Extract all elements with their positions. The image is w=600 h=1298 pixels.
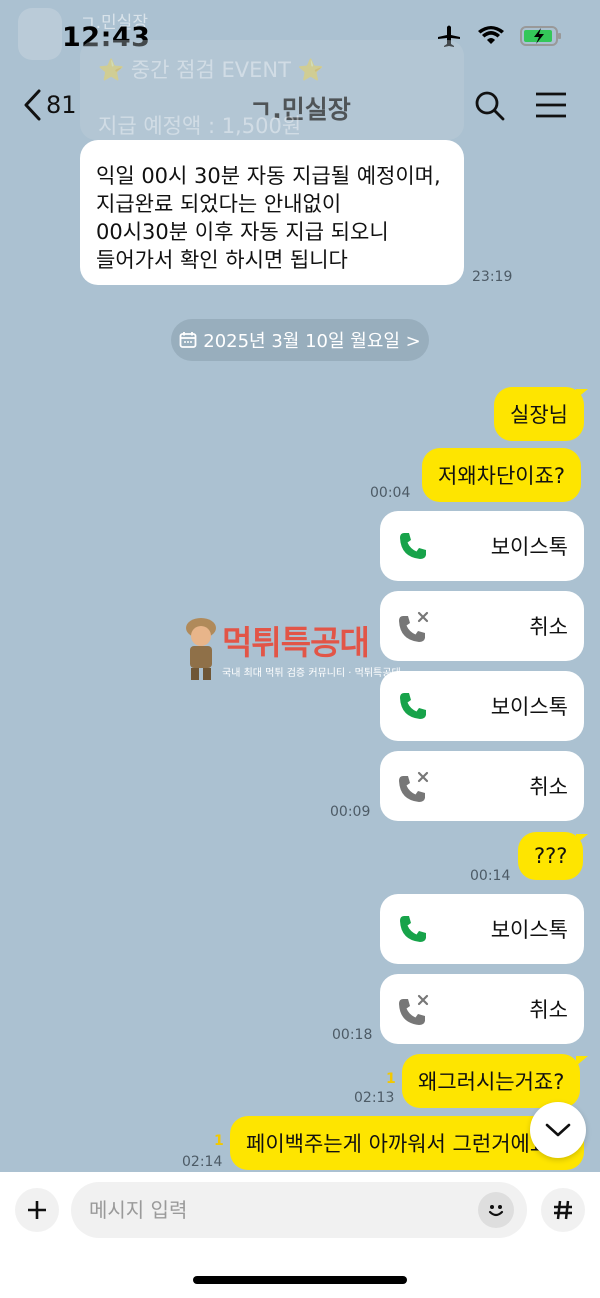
ghost-notice-line2: 지급 예정액 : 1,500원 xyxy=(98,114,302,138)
plus-icon xyxy=(28,1201,46,1219)
canceled-call-message[interactable]: 취소 xyxy=(380,751,584,821)
outgoing-message[interactable]: 저왜차단이죠? xyxy=(422,448,582,502)
bubble-tail xyxy=(576,834,588,844)
battery-charging-icon xyxy=(520,26,561,46)
outgoing-message[interactable]: 왜그러시는거죠? xyxy=(402,1054,581,1108)
incoming-message[interactable]: 익일 00시 30분 자동 지급될 예정이며, 지급완료 되었다는 안내없이 0… xyxy=(80,140,464,285)
date-divider[interactable]: 2025년 3월 10일 월요일 > xyxy=(171,319,429,361)
call-label: 취소 xyxy=(529,998,568,1022)
bubble-tail xyxy=(576,1056,588,1066)
chevron-down-icon xyxy=(545,1123,571,1137)
message-time: 00:18 xyxy=(332,1027,373,1043)
message-time: 02:13 xyxy=(354,1090,395,1106)
ghost-notice-line1: ⭐ 중간 점검 EVENT ⭐ xyxy=(98,58,324,82)
message-time: 23:19 xyxy=(472,269,513,285)
hamburger-menu-icon xyxy=(536,92,566,118)
outgoing-message[interactable]: ??? xyxy=(518,832,584,880)
phone-icon xyxy=(400,693,426,719)
watermark-title: 먹튀특공대 xyxy=(222,623,370,662)
smiley-icon xyxy=(488,1205,504,1217)
bubble-tail xyxy=(576,389,588,399)
phone-icon xyxy=(400,533,426,559)
phone-canceled-icon xyxy=(399,771,429,802)
calendar-icon xyxy=(179,332,197,348)
message-line: 들어가서 확인 하시면 됩니다 xyxy=(96,248,348,272)
watermark-subtitle: 국내 최대 먹튀 검증 커뮤니티 · 먹튀특공대 xyxy=(222,668,401,679)
emoji-button[interactable] xyxy=(478,1192,514,1228)
hashtag-search-button[interactable] xyxy=(541,1188,585,1232)
menu-button[interactable] xyxy=(534,90,568,124)
scroll-to-bottom-button[interactable] xyxy=(530,1102,586,1158)
voice-call-message[interactable]: 보이스톡 xyxy=(380,511,584,581)
phone-icon xyxy=(400,916,426,942)
ghost-avatar xyxy=(18,8,62,60)
phone-canceled-icon xyxy=(399,994,429,1025)
hashtag-icon xyxy=(554,1200,572,1220)
unread-count: 1 xyxy=(386,1071,396,1087)
message-time: 00:09 xyxy=(330,804,371,820)
call-label: 보이스톡 xyxy=(490,535,568,559)
message-line: 지급완료 되었다는 안내없이 xyxy=(96,192,342,216)
call-label: 보이스톡 xyxy=(490,695,568,719)
call-label: 취소 xyxy=(529,615,568,639)
wifi-icon xyxy=(478,26,504,44)
attach-button[interactable] xyxy=(15,1188,59,1232)
unread-count: 1 xyxy=(214,1133,224,1149)
call-label: 취소 xyxy=(529,775,568,799)
date-divider-label: 2025년 3월 10일 월요일 > xyxy=(203,331,421,352)
canceled-call-message[interactable]: 취소 xyxy=(380,974,584,1044)
search-icon xyxy=(475,91,505,121)
message-time: 00:14 xyxy=(470,868,511,884)
soldier-mascot-icon xyxy=(186,618,216,680)
watermark-logo: 먹튀특공대 국내 최대 먹튀 검증 커뮤니티 · 먹튀특공대 xyxy=(182,614,432,682)
message-time: 02:14 xyxy=(182,1154,223,1170)
message-line: 익일 00시 30분 자동 지급될 예정이며, xyxy=(96,164,441,188)
message-line: 00시30분 이후 자동 지급 되오니 xyxy=(96,220,389,244)
message-time: 00:04 xyxy=(370,485,411,501)
message-input[interactable] xyxy=(71,1182,527,1238)
voice-call-message[interactable]: 보이스톡 xyxy=(380,894,584,964)
outgoing-message[interactable]: 실장님 xyxy=(494,387,584,441)
search-button[interactable] xyxy=(474,90,506,126)
call-label: 보이스톡 xyxy=(490,918,568,942)
home-indicator xyxy=(193,1276,407,1284)
